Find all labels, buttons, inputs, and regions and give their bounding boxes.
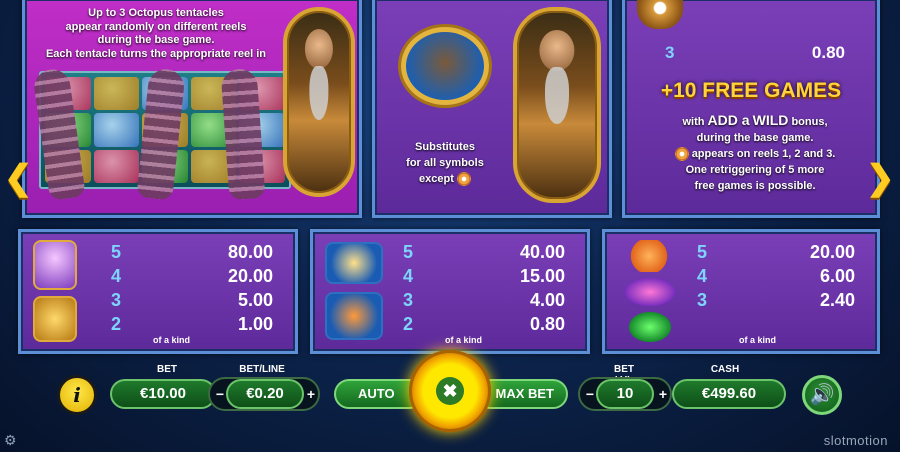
paytable-count: 2 [111, 314, 122, 334]
paytable-value: 2.40 [819, 290, 855, 310]
poseidon-wild-icon [513, 7, 601, 203]
info-button[interactable]: i [57, 375, 97, 415]
paytable-panel-2: 5 40.00 4 15.00 3 4.00 2 0.80 of a kind [310, 229, 590, 354]
paytable-value: 4.00 [529, 290, 565, 310]
spin-button[interactable]: ✖ [409, 350, 491, 432]
previous-page-arrow[interactable]: ❮ [4, 158, 33, 198]
scatter-count: 3 [665, 43, 675, 62]
paytable-count: 2 [403, 314, 414, 334]
desc-add-a: ADD a [707, 112, 750, 128]
wild-info-panel: Substitutes for all symbols except [372, 0, 612, 218]
sound-toggle-button[interactable]: 🔊 [802, 375, 842, 415]
paytable-count: 3 [697, 290, 708, 310]
substitutes-line-3: except [419, 173, 454, 185]
of-a-kind-label: of a kind [153, 335, 191, 345]
paytable-count: 5 [111, 242, 122, 262]
cash-label: CASH [710, 364, 740, 375]
desc-line-2: during the base game. [696, 132, 814, 144]
paytable-count: 4 [403, 266, 414, 286]
scatter-info-panel: 3 0.80 +10 FREE GAMES with ADD a WILD bo… [622, 0, 880, 218]
paytable-value: 0.80 [529, 314, 565, 334]
rules-line-1: Up to 3 Octopus tentacles [88, 7, 224, 19]
bet-level-value: 10 [596, 379, 654, 409]
desc-line-4: One retriggering of 5 more [685, 164, 825, 176]
paytable-count: 5 [697, 242, 708, 262]
cash-value: €499.60 [672, 379, 786, 409]
substitutes-line-2: for all symbols [406, 157, 484, 169]
stop-icon: ✖ [436, 377, 464, 405]
bet-level-increase-button[interactable]: + [655, 385, 671, 403]
paytable-value: 1.00 [237, 314, 273, 334]
free-games-description: with ADD a WILD bonus, during the base g… [645, 112, 865, 194]
pearl-scatter-icon [456, 172, 471, 187]
poseidon-medal-icon [401, 27, 489, 105]
rules-line-3: during the base game. [97, 34, 215, 46]
pearl-shell-icon [637, 0, 683, 29]
paytable-value: 40.00 [519, 242, 565, 262]
bet-per-line-increase-button[interactable]: + [303, 385, 319, 403]
bet-per-line-value: €0.20 [226, 379, 304, 409]
paytable-count: 4 [111, 266, 122, 286]
substitutes-text: Substitutes for all symbols except [395, 139, 495, 187]
poseidon-wild-icon [283, 7, 355, 197]
paytable-panel-1: 5 80.00 4 20.00 3 5.00 2 1.00 of a kind [18, 229, 298, 354]
paytable-count: 5 [403, 242, 414, 262]
desc-line-3: appears on reels 1, 2 and 3. [691, 148, 836, 160]
bet-per-line-label: BET/LINE [239, 364, 285, 375]
brand-logo: slotmotion [823, 433, 888, 448]
desc-line-5: free games is possible. [694, 180, 816, 192]
next-page-arrow[interactable]: ❯ [866, 158, 895, 198]
paytable-value: 6.00 [819, 266, 855, 286]
free-games-title: +10 FREE GAMES [660, 79, 842, 102]
desc-with: with [682, 116, 705, 128]
free-spins-info-panel: Up to 3 Octopus tentacles appear randoml… [22, 0, 362, 218]
substitutes-line-1: Substitutes [415, 141, 475, 153]
paytable-value: 15.00 [519, 266, 565, 286]
bet-value: €10.00 [110, 379, 216, 409]
rules-line-4: Each tentacle turns the appropriate reel… [45, 47, 267, 60]
pearl-scatter-icon [674, 147, 689, 162]
paytable-value: 80.00 [227, 242, 273, 262]
bet-label: BET [157, 364, 177, 375]
paytable-value: 5.00 [237, 290, 273, 310]
paytable-panel-3: 5 20.00 4 6.00 3 2.40 of a kind [602, 229, 880, 354]
paytable-count: 4 [697, 266, 708, 286]
desc-bonus: bonus, [791, 116, 828, 128]
rules-line-2: appear randomly on different reels [65, 20, 247, 33]
of-a-kind-label: of a kind [445, 335, 483, 345]
paytable-count: 3 [403, 290, 414, 310]
tentacle-rules-text: Up to 3 Octopus tentacles appear randoml… [31, 7, 281, 61]
paytable-value: 20.00 [809, 242, 855, 262]
of-a-kind-label: of a kind [739, 335, 777, 345]
desc-wild: WILD [752, 112, 789, 128]
scatter-value: 0.80 [811, 43, 845, 62]
settings-gear-icon[interactable]: ⚙ [4, 432, 17, 449]
paytable-value: 20.00 [227, 266, 273, 286]
seaweed-symbol-icon [629, 312, 671, 342]
paytable-count: 3 [111, 290, 122, 310]
